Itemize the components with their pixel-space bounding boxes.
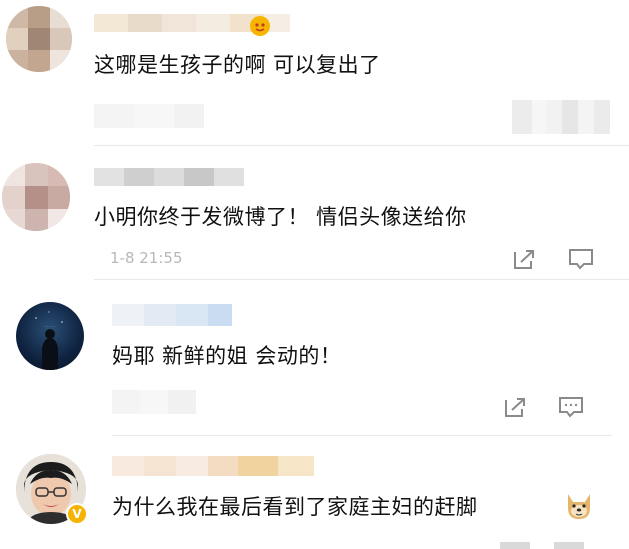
share-icon[interactable] (512, 248, 538, 274)
svg-text:· · · · ·: · · · · · (44, 324, 55, 329)
avatar[interactable]: · · · · · (16, 302, 84, 370)
timestamp-redacted (112, 390, 196, 414)
comment-item: V 为什么我在最后看到了家庭主妇的赶脚 (0, 436, 629, 549)
doge-emoji-icon (562, 488, 596, 522)
share-icon[interactable] (503, 396, 529, 422)
user-badge-icon (250, 16, 270, 36)
comment-icon[interactable] (558, 396, 584, 422)
verified-badge-icon: V (66, 503, 88, 525)
comment-text: 这哪是生孩子的啊 可以复出了 (94, 53, 381, 77)
comment-text: 小明你终于发微博了！ 情侣头像送给你 (94, 205, 467, 229)
actions-redacted[interactable] (512, 100, 610, 134)
comment-item: · · · · · 妈耶 新鲜的姐 会动的！ (0, 280, 629, 436)
comment-item: 这哪是生孩子的啊 可以复出了 (0, 0, 629, 146)
username-redacted[interactable] (112, 304, 232, 326)
actions-redacted[interactable] (500, 542, 584, 549)
comment-icon[interactable] (568, 248, 594, 274)
comment-text: 妈耶 新鲜的姐 会动的！ (112, 344, 342, 368)
timestamp: 1-8 21:55 (110, 249, 183, 267)
timestamp-redacted (94, 104, 204, 128)
avatar[interactable] (2, 163, 70, 231)
avatar[interactable] (6, 6, 72, 72)
comment-item: 小明你终于发微博了！ 情侣头像送给你 1-8 21:55 (0, 146, 629, 280)
comment-text: 为什么我在最后看到了家庭主妇的赶脚 (112, 495, 478, 519)
username-redacted[interactable] (112, 456, 314, 476)
username-redacted[interactable] (94, 168, 244, 186)
